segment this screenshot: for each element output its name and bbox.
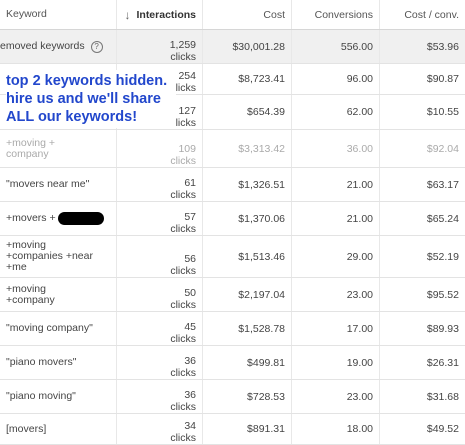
conversions-cell: 62.00: [292, 95, 380, 129]
help-icon[interactable]: ?: [90, 40, 103, 53]
column-header-conversions[interactable]: Conversions: [292, 0, 380, 29]
cost-cell: $1,326.51: [203, 168, 292, 201]
cost-cell: $654.39: [203, 95, 292, 129]
cost-cell: $3,313.42: [203, 130, 292, 167]
table-row[interactable]: +moving +company 50 clicks $2,197.04 23.00 $9…: [0, 278, 465, 312]
interactions-cell: 36 clicks: [117, 346, 203, 379]
cost-per-conv-cell: $49.52: [426, 423, 459, 435]
keyword-cell[interactable]: "moving company": [0, 312, 117, 345]
interactions-cell: 50 clicks: [117, 278, 203, 311]
cost-per-conv-cell: $89.93: [426, 322, 459, 335]
conversions-cell: 23.00: [292, 380, 380, 413]
sort-down-arrow-icon: ↓: [124, 7, 131, 22]
table-row[interactable]: +moving + company 109 clicks $3,313.42 36.00…: [0, 130, 465, 168]
conversions-cell: 36.00: [292, 130, 380, 167]
cost-cell: $2,197.04: [203, 278, 292, 311]
cost-per-conv-cell: $95.52: [426, 288, 459, 301]
table-header: Keyword ↓ Interactions Cost Conversions …: [0, 0, 465, 30]
column-header-cost-per-conv[interactable]: Cost / conv.: [380, 0, 465, 29]
cost-cell: $1,370.06: [203, 202, 292, 235]
cost-per-conv-cell: $63.17: [426, 178, 459, 191]
cost-per-conv-cell: $90.87: [426, 73, 459, 85]
total-interactions-cell: 1,259 clicks: [117, 30, 203, 63]
interactions-cell: 109 clicks: [117, 130, 203, 167]
cost-per-conv-cell: $92.04: [426, 142, 459, 155]
keyword-cell[interactable]: +movers +: [0, 202, 117, 235]
cost-per-conv-cell: $26.31: [426, 356, 459, 369]
total-conversions-cell: 556.00: [292, 30, 380, 63]
cost-cell: $1,513.46: [203, 236, 292, 277]
table-row[interactable]: "movers near me" 61 clicks $1,326.51 21.00 $6…: [0, 168, 465, 202]
keyword-cell[interactable]: "piano moving": [0, 380, 117, 413]
keywords-table: Keyword ↓ Interactions Cost Conversions …: [0, 0, 465, 445]
keyword-cell[interactable]: +moving + company: [0, 130, 117, 167]
keyword-cell[interactable]: +moving +company: [0, 278, 117, 311]
conversions-cell: 17.00: [292, 312, 380, 345]
conversions-cell: 21.00: [292, 202, 380, 235]
interactions-cell: 36 clicks: [117, 380, 203, 413]
column-header-cost[interactable]: Cost: [203, 0, 292, 29]
cost-per-conv-cell: $31.68: [426, 390, 459, 403]
keyword-cell[interactable]: "movers near me": [0, 168, 117, 201]
interactions-cell: 56 clicks: [117, 236, 203, 277]
cost-per-conv-cell: $10.55: [426, 106, 459, 118]
cost-cell: $1,528.78: [203, 312, 292, 345]
table-row[interactable]: +moving +companies +near +me 56 clicks $1,5…: [0, 236, 465, 278]
interactions-cell: 34 clicks: [117, 414, 203, 444]
total-cost-per-conv-cell: $53.96: [426, 40, 459, 53]
total-cost-cell: $30,001.28: [203, 30, 292, 63]
cost-cell: $728.53: [203, 380, 292, 413]
cost-per-conv-cell: $52.19: [426, 250, 459, 263]
table-row[interactable]: +movers +57 clicks $1,370.06 21.00 $65.24: [0, 202, 465, 236]
conversions-cell: 96.00: [292, 64, 380, 94]
hidden-keywords-annotation: top 2 keywords hidden. hire us and we'll…: [6, 70, 176, 128]
table-row[interactable]: "piano movers" 36 clicks $499.81 19.00 $26.31: [0, 346, 465, 380]
keyword-cell[interactable]: [movers]: [0, 414, 117, 444]
conversions-cell: 23.00: [292, 278, 380, 311]
interactions-cell: 45 clicks: [117, 312, 203, 345]
cost-cell: $499.81: [203, 346, 292, 379]
total-keyword-cell: emoved keywords ?: [0, 30, 117, 63]
interactions-cell: 61 clicks: [117, 168, 203, 201]
conversions-cell: 29.00: [292, 236, 380, 277]
redaction-mark: [57, 212, 104, 225]
table-row[interactable]: "piano moving" 36 clicks $728.53 23.00 $31.68: [0, 380, 465, 414]
conversions-cell: 19.00: [292, 346, 380, 379]
conversions-cell: 18.00: [292, 414, 380, 444]
cost-cell: $891.31: [203, 414, 292, 444]
cost-cell: $8,723.41: [203, 64, 292, 94]
total-row-removed-keywords: emoved keywords ? 1,259 clicks $30,001.2…: [0, 30, 465, 64]
column-header-keyword[interactable]: Keyword: [0, 0, 117, 29]
conversions-cell: 21.00: [292, 168, 380, 201]
table-row[interactable]: "moving company" 45 clicks $1,528.78 17.00 $8…: [0, 312, 465, 346]
table-row[interactable]: [movers] 34 clicks $891.31 18.00 $49.52: [0, 414, 465, 445]
keyword-cell[interactable]: "piano movers": [0, 346, 117, 379]
keyword-cell[interactable]: +moving +companies +near +me: [0, 236, 117, 277]
interactions-cell: 57 clicks: [117, 202, 203, 235]
cost-per-conv-cell: $65.24: [426, 212, 459, 225]
column-header-interactions[interactable]: ↓ Interactions: [117, 0, 203, 29]
